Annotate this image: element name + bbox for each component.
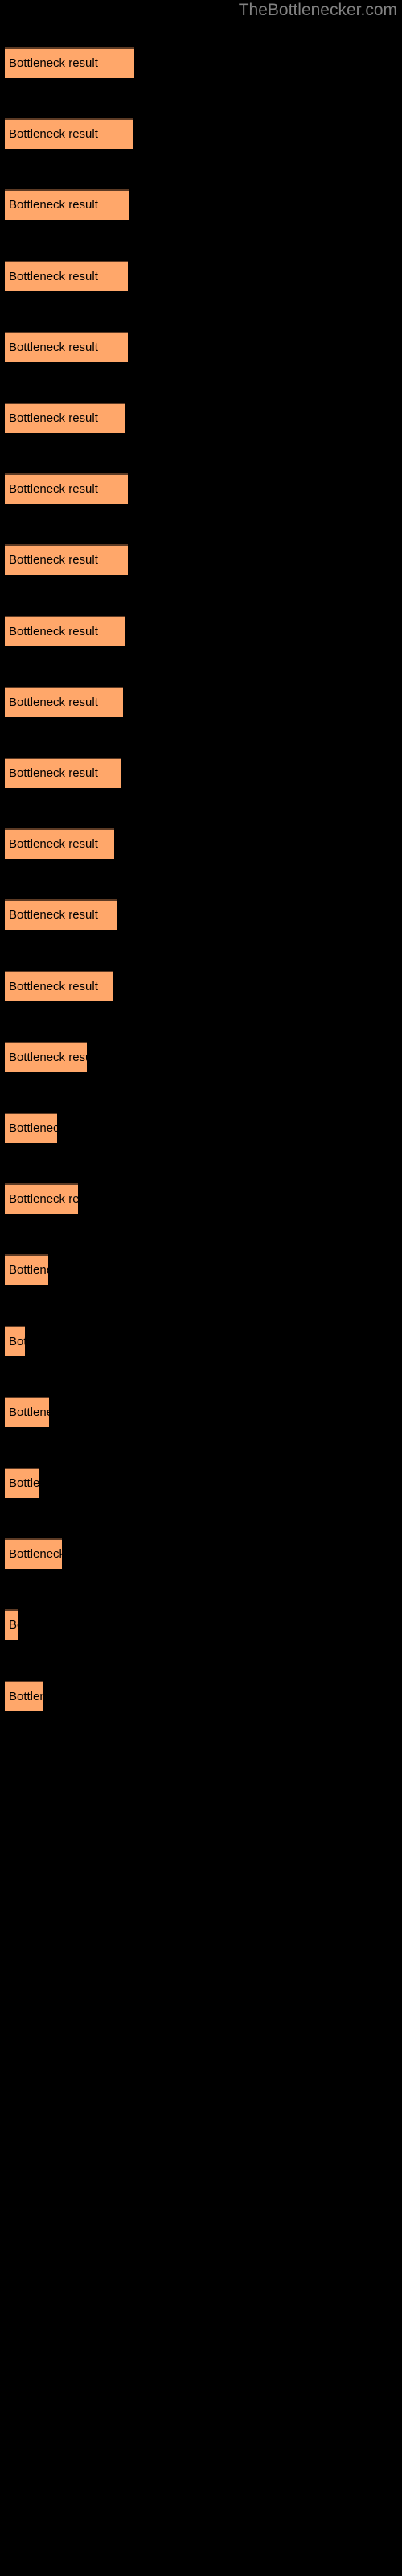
chart-bar-row: Bottleneck result bbox=[5, 544, 128, 576]
chart-bar bbox=[5, 473, 128, 505]
chart-bar-row: Bottleneck result bbox=[5, 1113, 57, 1143]
bar-clip: Bottleneck result bbox=[5, 1538, 62, 1570]
chart-bar bbox=[5, 1041, 87, 1072]
chart-bar-row: Bottleneck result bbox=[5, 758, 121, 788]
bar-clip: Bottleneck result bbox=[5, 1396, 49, 1427]
chart-bar-row: Bottleneck result bbox=[5, 1183, 78, 1215]
bottleneck-bar-chart: Bottleneck result Bottleneck result Bottle… bbox=[0, 0, 402, 2576]
chart-bar bbox=[5, 1113, 57, 1143]
chart-bar bbox=[5, 1183, 78, 1215]
bar-clip: Bottleneck result bbox=[5, 544, 128, 576]
bar-clip: Bottleneck result bbox=[5, 970, 113, 1001]
bar-clip: Bottleneck result bbox=[5, 402, 125, 433]
chart-bar-row: Bottleneck result bbox=[5, 331, 128, 362]
chart-bar-row: Bottleneck result bbox=[5, 1325, 25, 1356]
bar-clip: Bottleneck result bbox=[5, 47, 134, 78]
chart-bar bbox=[5, 544, 128, 576]
chart-bar-row: Bottleneck result bbox=[5, 1254, 48, 1286]
chart-bar bbox=[5, 828, 114, 860]
chart-bar-row: Bottleneck result bbox=[5, 1680, 43, 1711]
chart-bar bbox=[5, 615, 125, 646]
bar-clip: Bottleneck result bbox=[5, 758, 121, 788]
chart-bar-row: Bottleneck result bbox=[5, 260, 128, 291]
chart-bar bbox=[5, 1325, 25, 1356]
bar-clip: Bottleneck result bbox=[5, 473, 128, 505]
chart-bar bbox=[5, 47, 134, 78]
chart-bar-row: Bottleneck result bbox=[5, 47, 134, 78]
bar-clip: Bottleneck result bbox=[5, 1325, 25, 1356]
bar-clip: Bottleneck result bbox=[5, 1468, 39, 1498]
chart-bar-row: Bottleneck result bbox=[5, 899, 117, 931]
chart-bar-row: Bottleneck result bbox=[5, 1468, 39, 1498]
bar-clip: Bottleneck result bbox=[5, 1041, 87, 1072]
bar-clip: Bottleneck result bbox=[5, 1609, 18, 1641]
chart-bar-row: Bottleneck result bbox=[5, 1609, 18, 1641]
chart-bar bbox=[5, 1468, 39, 1498]
bar-clip: Bottleneck result bbox=[5, 189, 129, 221]
chart-bar-row: Bottleneck result bbox=[5, 473, 128, 505]
chart-bar bbox=[5, 118, 133, 150]
chart-bar bbox=[5, 899, 117, 931]
chart-bar-row: Bottleneck result bbox=[5, 615, 125, 646]
bar-clip: Bottleneck result bbox=[5, 260, 128, 291]
bar-clip: Bottleneck result bbox=[5, 828, 114, 860]
chart-bar-row: Bottleneck result bbox=[5, 189, 129, 221]
bar-clip: Bottleneck result bbox=[5, 899, 117, 931]
bar-clip: Bottleneck result bbox=[5, 1113, 57, 1143]
chart-bar bbox=[5, 686, 123, 717]
chart-bar bbox=[5, 1396, 49, 1427]
chart-bar-row: Bottleneck result bbox=[5, 1396, 49, 1427]
chart-bar bbox=[5, 331, 128, 362]
chart-bar bbox=[5, 970, 113, 1001]
chart-bar-row: Bottleneck result bbox=[5, 1041, 87, 1072]
bar-clip: Bottleneck result bbox=[5, 331, 128, 362]
chart-bar bbox=[5, 1254, 48, 1286]
chart-bar bbox=[5, 189, 129, 221]
chart-bar bbox=[5, 1680, 43, 1711]
chart-bar-row: Bottleneck result bbox=[5, 970, 113, 1001]
chart-bar-row: Bottleneck result bbox=[5, 402, 125, 433]
chart-bar-row: Bottleneck result bbox=[5, 686, 123, 717]
chart-bar-row: Bottleneck result bbox=[5, 828, 114, 860]
bar-clip: Bottleneck result bbox=[5, 1680, 43, 1711]
bar-clip: Bottleneck result bbox=[5, 686, 123, 717]
chart-bar bbox=[5, 758, 121, 788]
chart-bar bbox=[5, 1609, 18, 1641]
chart-bar bbox=[5, 402, 125, 433]
chart-bar bbox=[5, 260, 128, 291]
bar-clip: Bottleneck result bbox=[5, 1254, 48, 1286]
bar-clip: Bottleneck result bbox=[5, 615, 125, 646]
chart-bar-row: Bottleneck result bbox=[5, 1538, 62, 1570]
bar-clip: Bottleneck result bbox=[5, 118, 133, 150]
chart-bar-row: Bottleneck result bbox=[5, 118, 133, 150]
bar-clip: Bottleneck result bbox=[5, 1183, 78, 1215]
chart-bar bbox=[5, 1538, 62, 1570]
